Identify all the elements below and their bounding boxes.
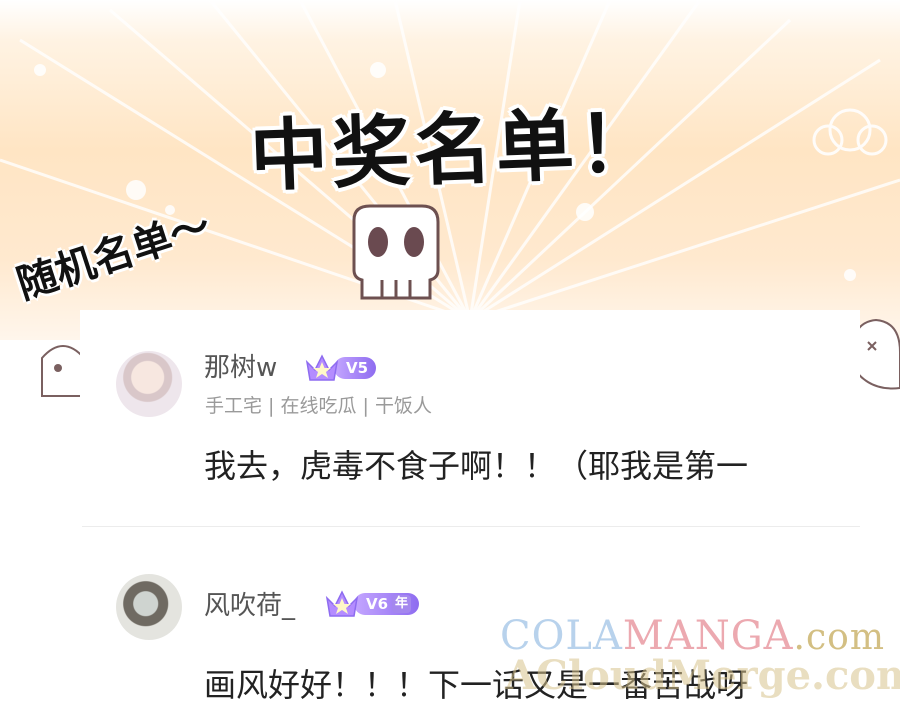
page-title: 中奖名单！ [248, 98, 662, 203]
user-tags: 手工宅 | 在线吃瓜 | 干饭人 [205, 395, 432, 417]
watermark-line2: ACloudMerge.com [505, 652, 900, 699]
comment-divider [82, 526, 860, 527]
comment-username[interactable]: 风吹荷_ [204, 590, 295, 622]
skull-icon [352, 204, 440, 300]
crown-icon [305, 354, 339, 381]
year-badge: 年 [392, 595, 412, 613]
avatar[interactable] [116, 351, 182, 417]
avatar[interactable] [116, 574, 182, 640]
level-text: V5 [346, 359, 369, 377]
level-text: V6 [366, 595, 389, 613]
comic-panel: 中奖名单！ 随机名单～ 那树w V5 手工宅 | 在线吃瓜 | 干饭人 我去，虎… [0, 0, 900, 703]
comment-text: 我去，虎毒不食子啊！！（耶我是第一 [204, 447, 749, 485]
level-badge: V5 [304, 354, 377, 381]
comment-username[interactable]: 那树w [204, 352, 277, 384]
crown-icon [325, 590, 359, 617]
level-badge: V6 年 [324, 590, 420, 617]
